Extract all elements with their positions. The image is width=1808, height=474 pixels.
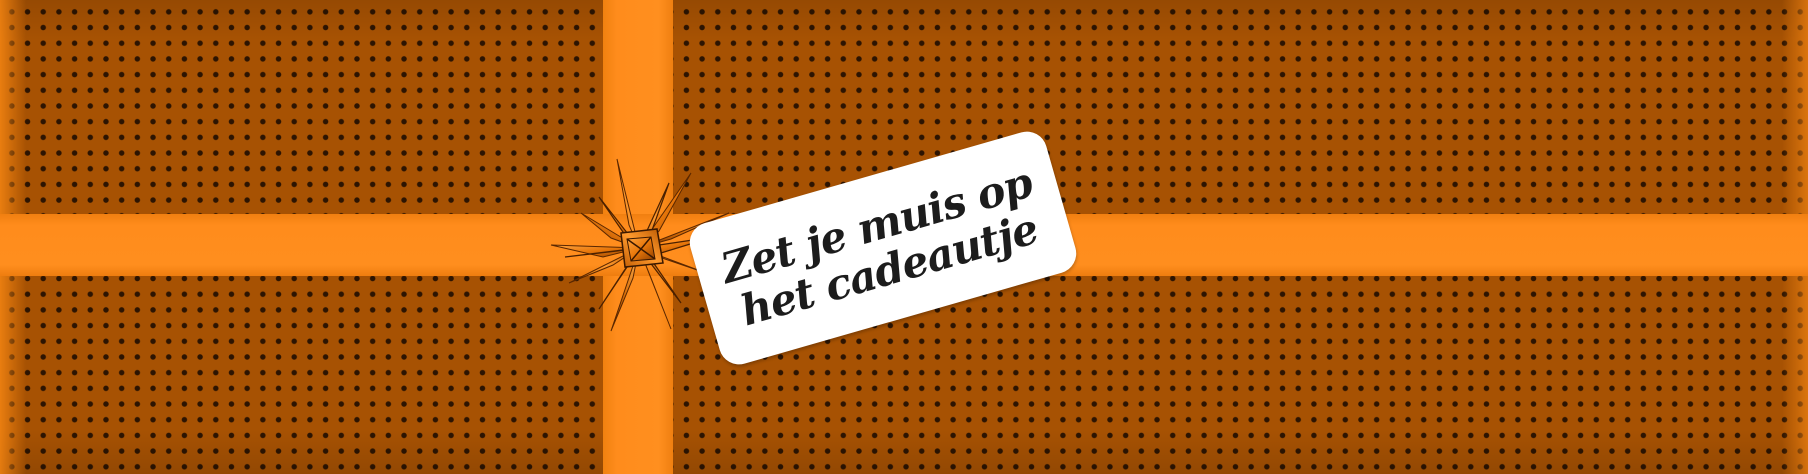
gift-tag[interactable]: Zet je muis op het cadeautje (685, 126, 1081, 370)
gift-wrapping-paper[interactable]: Zet je muis op het cadeautje (0, 0, 1808, 474)
